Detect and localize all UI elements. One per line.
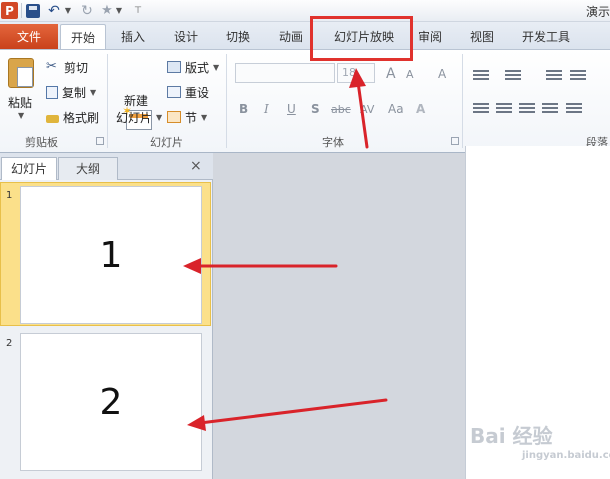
section-dropdown-icon: ▼ bbox=[201, 112, 208, 122]
increase-indent-icon[interactable] bbox=[570, 70, 586, 82]
scissors-icon: ✂ bbox=[46, 59, 57, 74]
divider bbox=[226, 54, 227, 148]
tab-design[interactable]: 设计 bbox=[166, 24, 206, 50]
shrink-font-button[interactable]: A bbox=[406, 68, 414, 81]
group-label-clipboard: 剪贴板 bbox=[25, 136, 58, 149]
layout-icon bbox=[167, 61, 181, 73]
bullets-icon[interactable] bbox=[473, 70, 489, 82]
undo-dropdown-icon[interactable]: ▼ bbox=[64, 2, 72, 19]
format-painter-button[interactable]: 格式刷 bbox=[46, 108, 99, 126]
tab-slides-pane[interactable]: 幻灯片 bbox=[1, 157, 57, 180]
shadow-button[interactable]: S bbox=[311, 102, 320, 116]
numbering-icon[interactable] bbox=[505, 70, 521, 82]
font-launcher-icon[interactable] bbox=[451, 137, 459, 145]
grow-font-button[interactable]: A bbox=[386, 66, 396, 82]
tab-home[interactable]: 开始 bbox=[60, 24, 106, 51]
pane-tabs: 幻灯片 大纲 bbox=[0, 153, 213, 180]
paste-button[interactable]: 粘贴 bbox=[8, 94, 32, 111]
italic-button[interactable]: I bbox=[264, 102, 269, 116]
justify-icon[interactable] bbox=[542, 103, 558, 115]
bold-button[interactable]: B bbox=[239, 102, 248, 116]
undo-icon[interactable]: ↶ bbox=[46, 2, 62, 19]
new-slide-label[interactable]: 新建 bbox=[124, 92, 148, 109]
new-slide-button[interactable]: 幻灯片 ▼ bbox=[116, 108, 162, 126]
window-title: 演示 bbox=[585, 5, 610, 19]
title-bar: P ↶ ▼ ↻ ★ ▼ ⊤ 演示 bbox=[0, 0, 610, 22]
tab-file[interactable]: 文件 bbox=[0, 24, 58, 50]
tab-insert[interactable]: 插入 bbox=[113, 24, 153, 50]
strikethrough-button[interactable]: abc bbox=[331, 103, 351, 116]
change-case-button[interactable]: Aa bbox=[388, 102, 404, 116]
customize-quick-access-icon[interactable]: ⊤ bbox=[133, 2, 143, 19]
align-right-icon[interactable] bbox=[519, 103, 535, 115]
copy-button[interactable]: 复制 ▼ bbox=[46, 83, 96, 101]
section-button[interactable]: 节 ▼ bbox=[167, 108, 207, 126]
reset-button[interactable]: 重设 bbox=[167, 83, 209, 101]
redo-icon[interactable]: ↻ bbox=[80, 2, 94, 19]
slide-thumbnail-2[interactable]: 2 bbox=[20, 333, 202, 471]
align-center-icon[interactable] bbox=[496, 103, 512, 115]
tab-transitions[interactable]: 切换 bbox=[218, 24, 258, 50]
font-size-select[interactable]: 18 bbox=[337, 63, 375, 83]
layout-dropdown-icon: ▼ bbox=[213, 62, 220, 72]
thumbnail-number: 2 bbox=[6, 338, 13, 349]
copy-icon bbox=[46, 85, 58, 99]
tab-animations[interactable]: 动画 bbox=[271, 24, 311, 50]
divider bbox=[462, 54, 463, 148]
section-icon bbox=[167, 111, 181, 123]
font-color-button[interactable]: A bbox=[416, 102, 425, 116]
powerpoint-icon[interactable]: P bbox=[1, 2, 18, 19]
tab-outline-pane[interactable]: 大纲 bbox=[58, 157, 118, 180]
copy-dropdown-icon: ▼ bbox=[90, 87, 97, 97]
align-left-icon[interactable] bbox=[473, 103, 489, 115]
thumbnail-number: 1 bbox=[6, 190, 13, 201]
ribbon-tabs: 文件 开始 插入 设计 切换 动画 幻灯片放映 审阅 视图 开发工具 bbox=[0, 22, 610, 51]
close-icon[interactable]: × bbox=[190, 158, 202, 174]
group-label-slides: 幻灯片 bbox=[150, 136, 183, 149]
character-spacing-button[interactable]: AV bbox=[360, 103, 374, 116]
group-label-font: 字体 bbox=[322, 136, 344, 149]
tab-developer[interactable]: 开发工具 bbox=[514, 24, 578, 50]
underline-button[interactable]: U bbox=[287, 102, 296, 116]
columns-icon[interactable] bbox=[566, 103, 582, 115]
tab-view[interactable]: 视图 bbox=[462, 24, 502, 50]
new-slide-dropdown-icon: ▼ bbox=[156, 112, 163, 122]
baidu-watermark: Bai 经验 jingyan.baidu.com bbox=[470, 424, 610, 461]
decrease-indent-icon[interactable] bbox=[546, 70, 562, 82]
save-icon[interactable] bbox=[26, 4, 40, 18]
layout-button[interactable]: 版式 ▼ bbox=[167, 58, 219, 76]
slide-thumbnail-1[interactable]: 1 bbox=[20, 186, 202, 324]
tab-review[interactable]: 审阅 bbox=[410, 24, 450, 50]
paste-icon[interactable] bbox=[8, 58, 34, 88]
font-family-select[interactable] bbox=[235, 63, 335, 83]
star-icon[interactable]: ★ bbox=[100, 2, 114, 19]
divider bbox=[107, 54, 108, 148]
paste-dropdown-icon[interactable]: ▼ bbox=[18, 111, 24, 120]
divider bbox=[21, 3, 22, 18]
paintbrush-icon bbox=[46, 115, 59, 123]
highlight-box bbox=[310, 16, 413, 61]
cut-button[interactable]: ✂ 剪切 bbox=[46, 58, 88, 76]
reset-icon bbox=[167, 86, 181, 98]
clear-format-button[interactable]: A bbox=[438, 67, 446, 81]
quick-access-dropdown-icon[interactable]: ▼ bbox=[115, 2, 123, 19]
clipboard-launcher-icon[interactable] bbox=[96, 137, 104, 145]
ribbon-home: 粘贴 ▼ ✂ 剪切 复制 ▼ 格式刷 剪贴板 ✶ 新建 幻灯片 ▼ 版式 ▼ 重… bbox=[0, 49, 610, 153]
